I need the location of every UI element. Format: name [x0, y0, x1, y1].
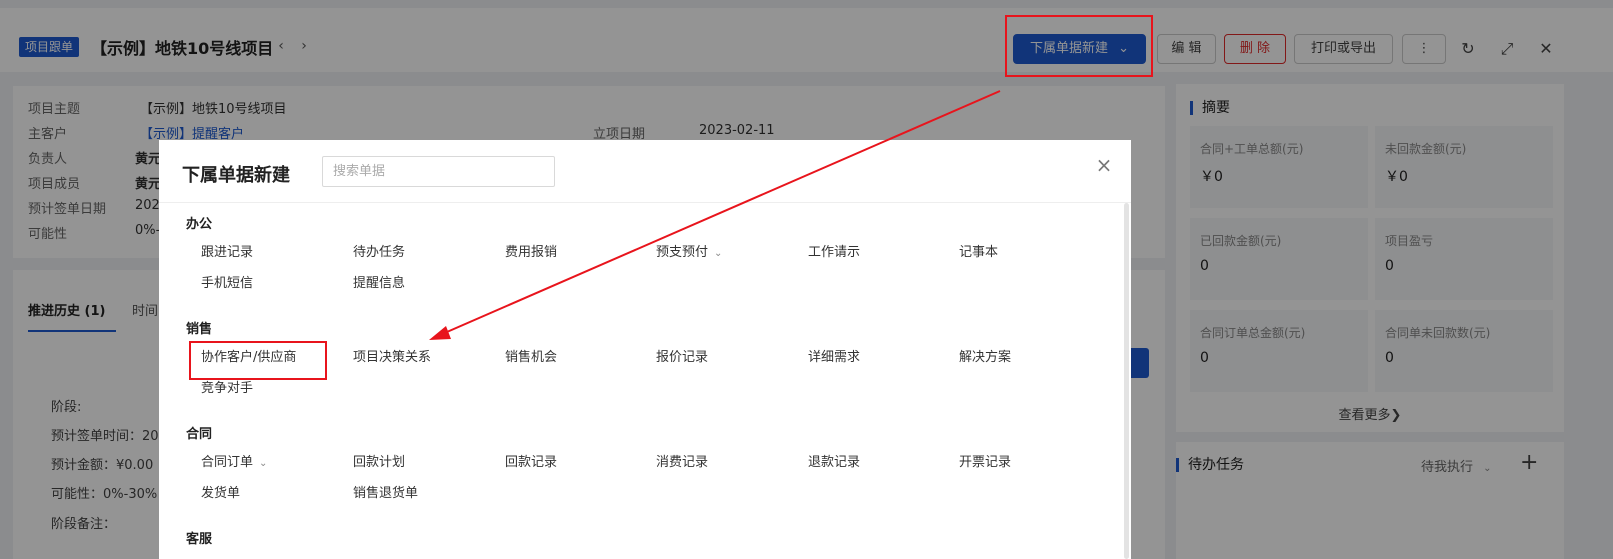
doc-item[interactable]: 竞争对手: [201, 379, 253, 399]
doc-item-label: 预支预付: [656, 245, 709, 260]
doc-item[interactable]: 跟进记录: [201, 243, 253, 263]
doc-item[interactable]: 待办任务: [353, 243, 405, 263]
document-search-input[interactable]: [322, 156, 555, 187]
chevron-down-icon: ⌄: [259, 458, 268, 469]
doc-item-dropdown[interactable]: 预支预付 ⌄: [656, 243, 722, 263]
close-icon[interactable]: ×: [1094, 154, 1114, 176]
doc-item-dropdown[interactable]: 合同订单 ⌄: [201, 453, 267, 473]
doc-item[interactable]: 回款记录: [505, 453, 557, 473]
doc-item[interactable]: 回款计划: [353, 453, 405, 473]
doc-item[interactable]: 项目决策关系: [353, 348, 431, 368]
doc-item[interactable]: 费用报销: [505, 243, 557, 263]
divider: [159, 202, 1131, 203]
doc-item[interactable]: 销售机会: [505, 348, 557, 368]
group-title-service: 客服: [186, 532, 213, 547]
doc-item[interactable]: 开票记录: [959, 453, 1011, 473]
doc-item[interactable]: 消费记录: [656, 453, 708, 473]
doc-item[interactable]: 退款记录: [808, 453, 860, 473]
highlight-box-new-button: [1005, 15, 1153, 77]
group-title-office: 办公: [186, 217, 213, 232]
doc-item[interactable]: 报价记录: [656, 348, 708, 368]
doc-item[interactable]: 工作请示: [808, 243, 860, 263]
scrollbar[interactable]: [1124, 203, 1129, 559]
doc-item[interactable]: 手机短信: [201, 274, 253, 294]
doc-item-label: 合同订单: [201, 455, 254, 470]
doc-item[interactable]: 销售退货单: [353, 484, 418, 504]
doc-item[interactable]: 记事本: [959, 243, 998, 263]
chevron-down-icon: ⌄: [714, 248, 723, 259]
highlight-box-collab-customer: [189, 341, 327, 380]
group-title-contract: 合同: [186, 427, 213, 442]
dialog-title: 下属单据新建: [182, 165, 290, 186]
doc-item[interactable]: 详细需求: [808, 348, 860, 368]
group-title-sales: 销售: [186, 322, 213, 337]
doc-item[interactable]: 发货单: [201, 484, 240, 504]
doc-item[interactable]: 提醒信息: [353, 274, 405, 294]
doc-item[interactable]: 解决方案: [959, 348, 1011, 368]
